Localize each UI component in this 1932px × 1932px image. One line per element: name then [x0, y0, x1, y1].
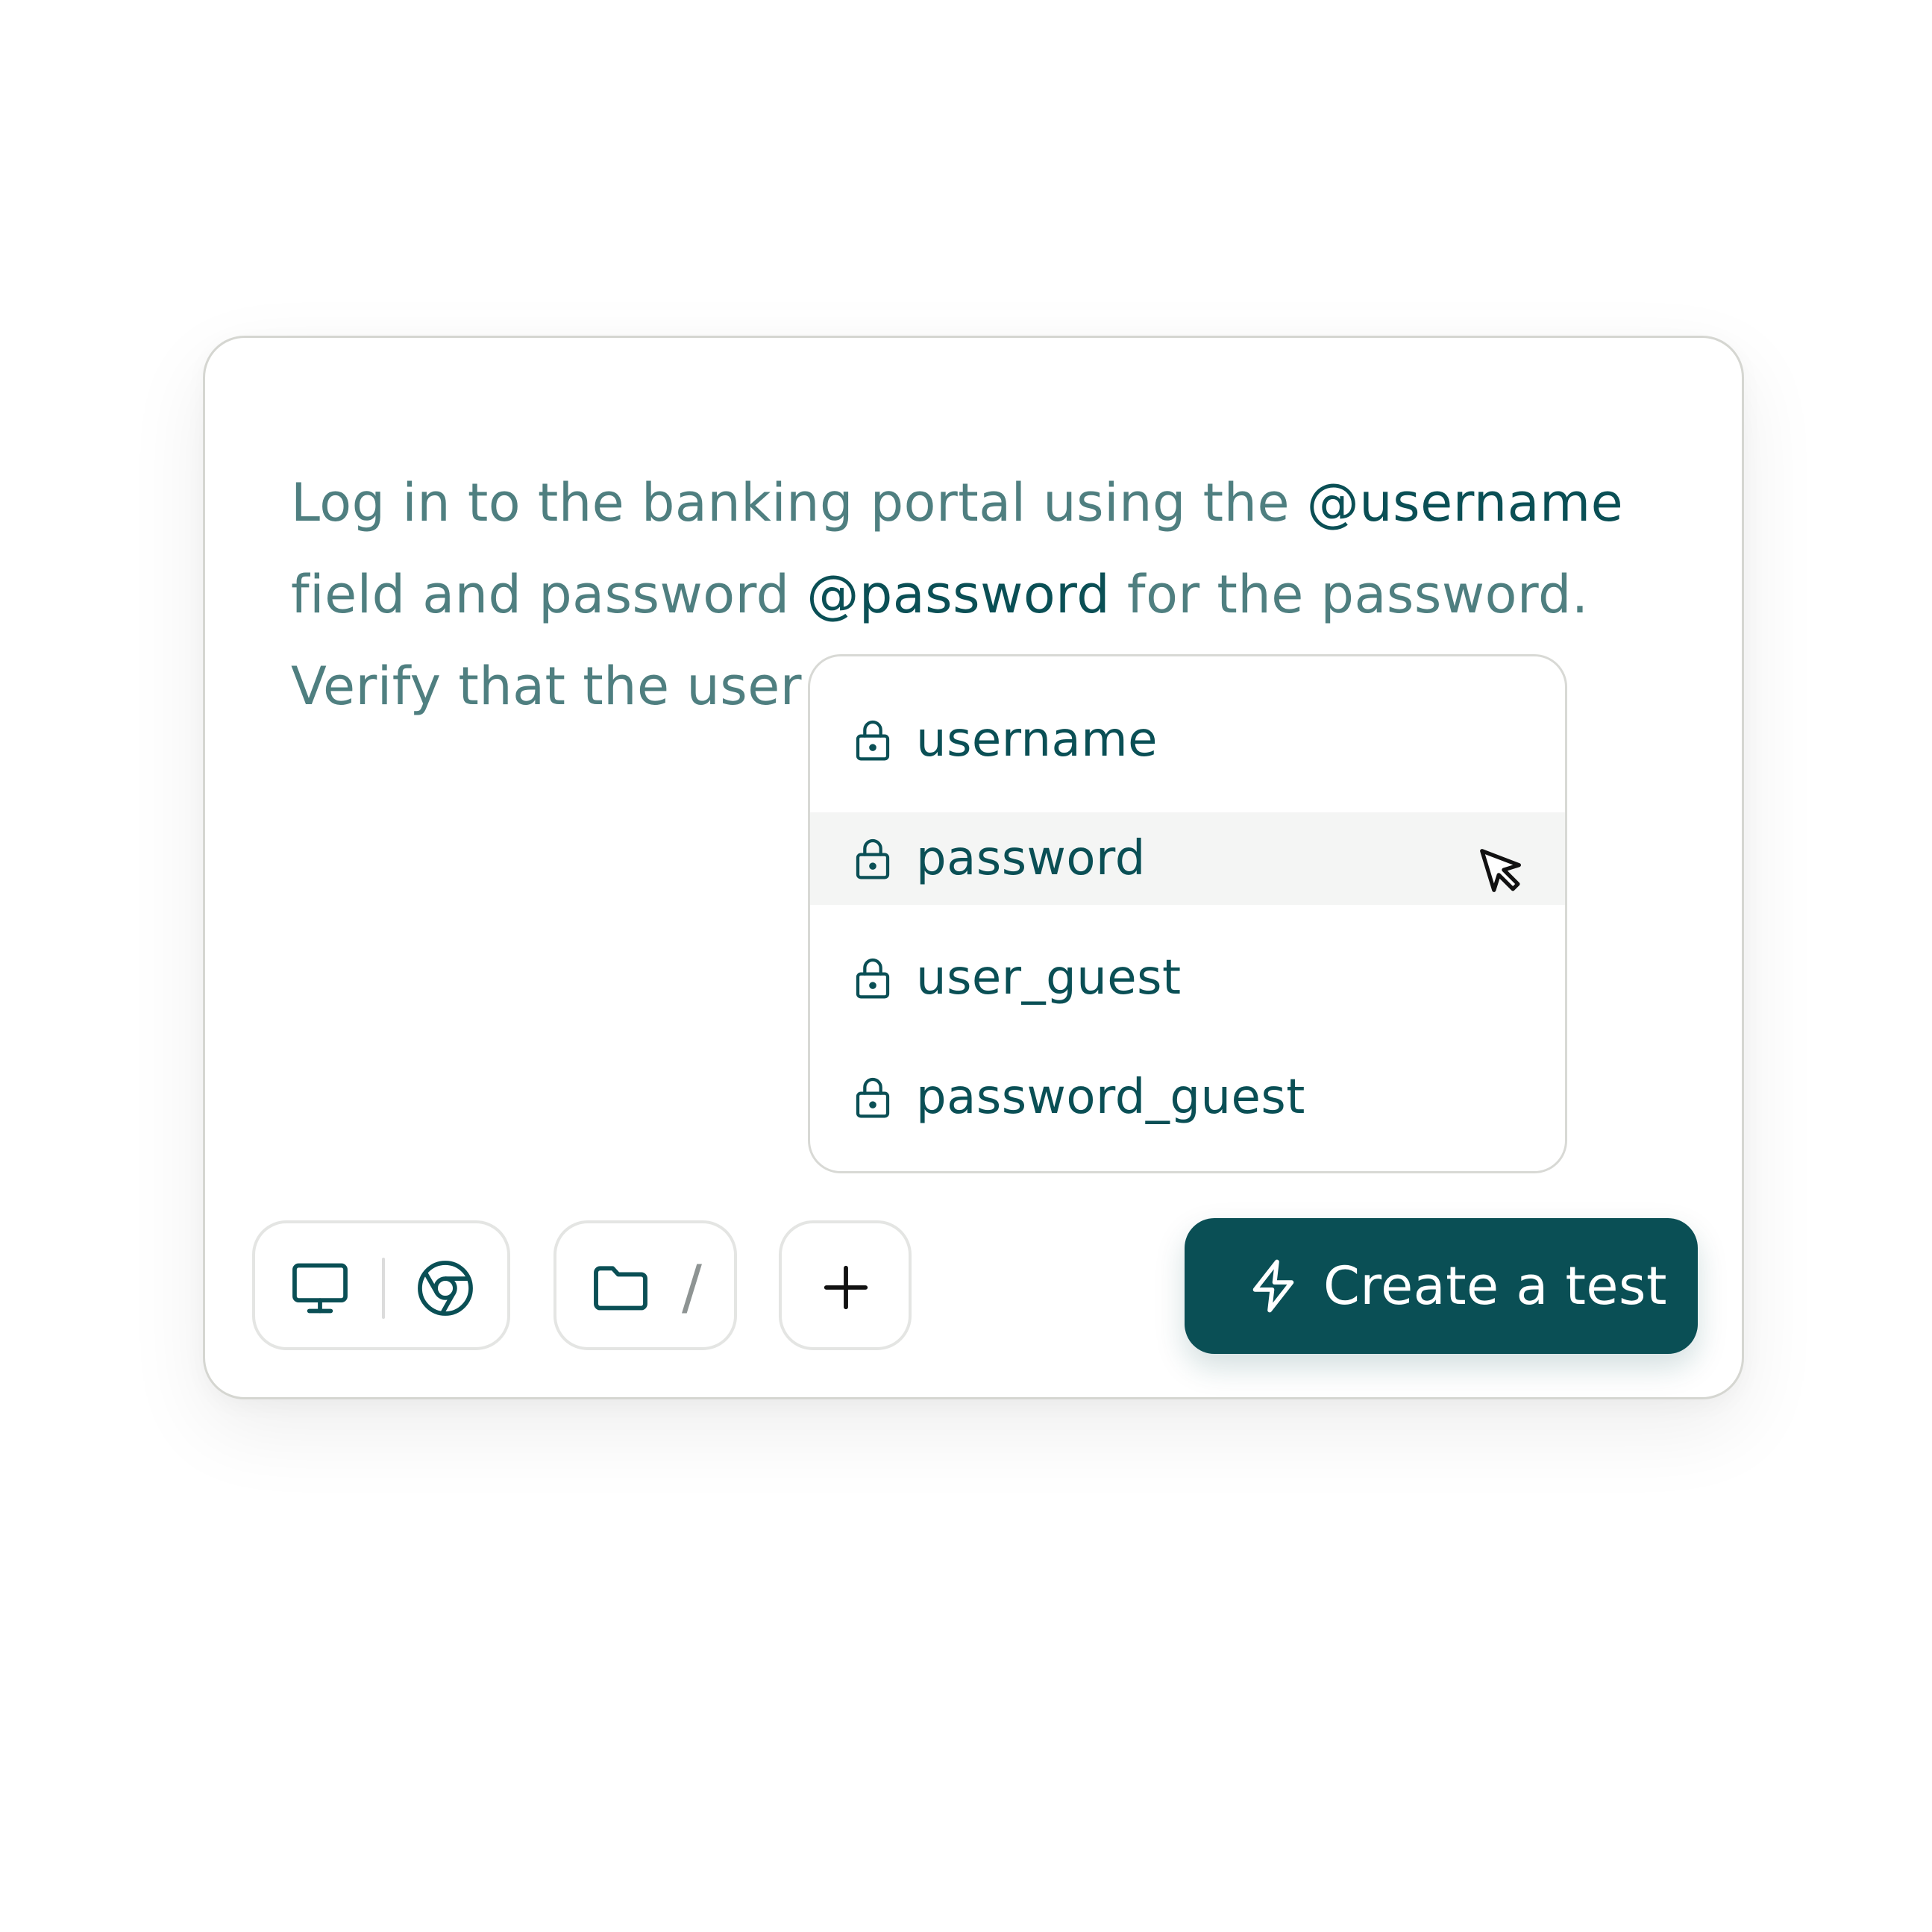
folder-icon — [594, 1266, 647, 1311]
create-test-label: Create a test — [1323, 1255, 1667, 1317]
pill-divider — [382, 1258, 385, 1319]
add-button[interactable] — [779, 1220, 912, 1350]
monitor-icon — [292, 1263, 348, 1314]
stage: Log in to the banking portal using the @… — [0, 0, 1932, 1932]
prompt-text: for the password. — [1110, 564, 1589, 625]
plus-icon — [824, 1265, 868, 1310]
prompt-line-2: field and password @password for the pas… — [291, 549, 1678, 641]
suggestion-item-username[interactable]: username — [810, 694, 1565, 786]
chrome-icon — [418, 1261, 473, 1316]
lock-icon — [856, 958, 890, 999]
lightning-bolt-icon — [1252, 1259, 1294, 1313]
suggestion-item-password-guest[interactable]: password_guest — [810, 1051, 1565, 1144]
suggestion-label: username — [916, 712, 1158, 768]
lock-icon — [856, 1077, 890, 1118]
mention-suggestions-dropdown: username password user_guest password_gu… — [808, 654, 1567, 1173]
folder-path: / — [682, 1252, 702, 1322]
lock-icon — [856, 720, 890, 761]
prompt-text: Verify that the user — [291, 656, 803, 717]
mention-password[interactable]: @password — [806, 564, 1110, 625]
suggestion-label: password_guest — [916, 1070, 1305, 1125]
suggestion-item-password[interactable]: password — [810, 812, 1565, 905]
prompt-text: field and password — [291, 564, 807, 625]
folder-selector[interactable]: / — [553, 1220, 737, 1350]
prompt-line-1: Log in to the banking portal using the @… — [291, 457, 1678, 549]
mention-username[interactable]: @username — [1307, 472, 1623, 533]
suggestion-label: password — [916, 831, 1146, 886]
prompt-text: Log in to the banking portal using the — [291, 472, 1307, 533]
mouse-cursor-icon — [1480, 849, 1521, 892]
environment-selector[interactable] — [252, 1220, 510, 1350]
suggestion-item-user-guest[interactable]: user_guest — [810, 932, 1565, 1024]
suggestion-label: user_guest — [916, 950, 1182, 1006]
create-test-button[interactable]: Create a test — [1185, 1218, 1698, 1354]
lock-icon — [856, 838, 890, 879]
